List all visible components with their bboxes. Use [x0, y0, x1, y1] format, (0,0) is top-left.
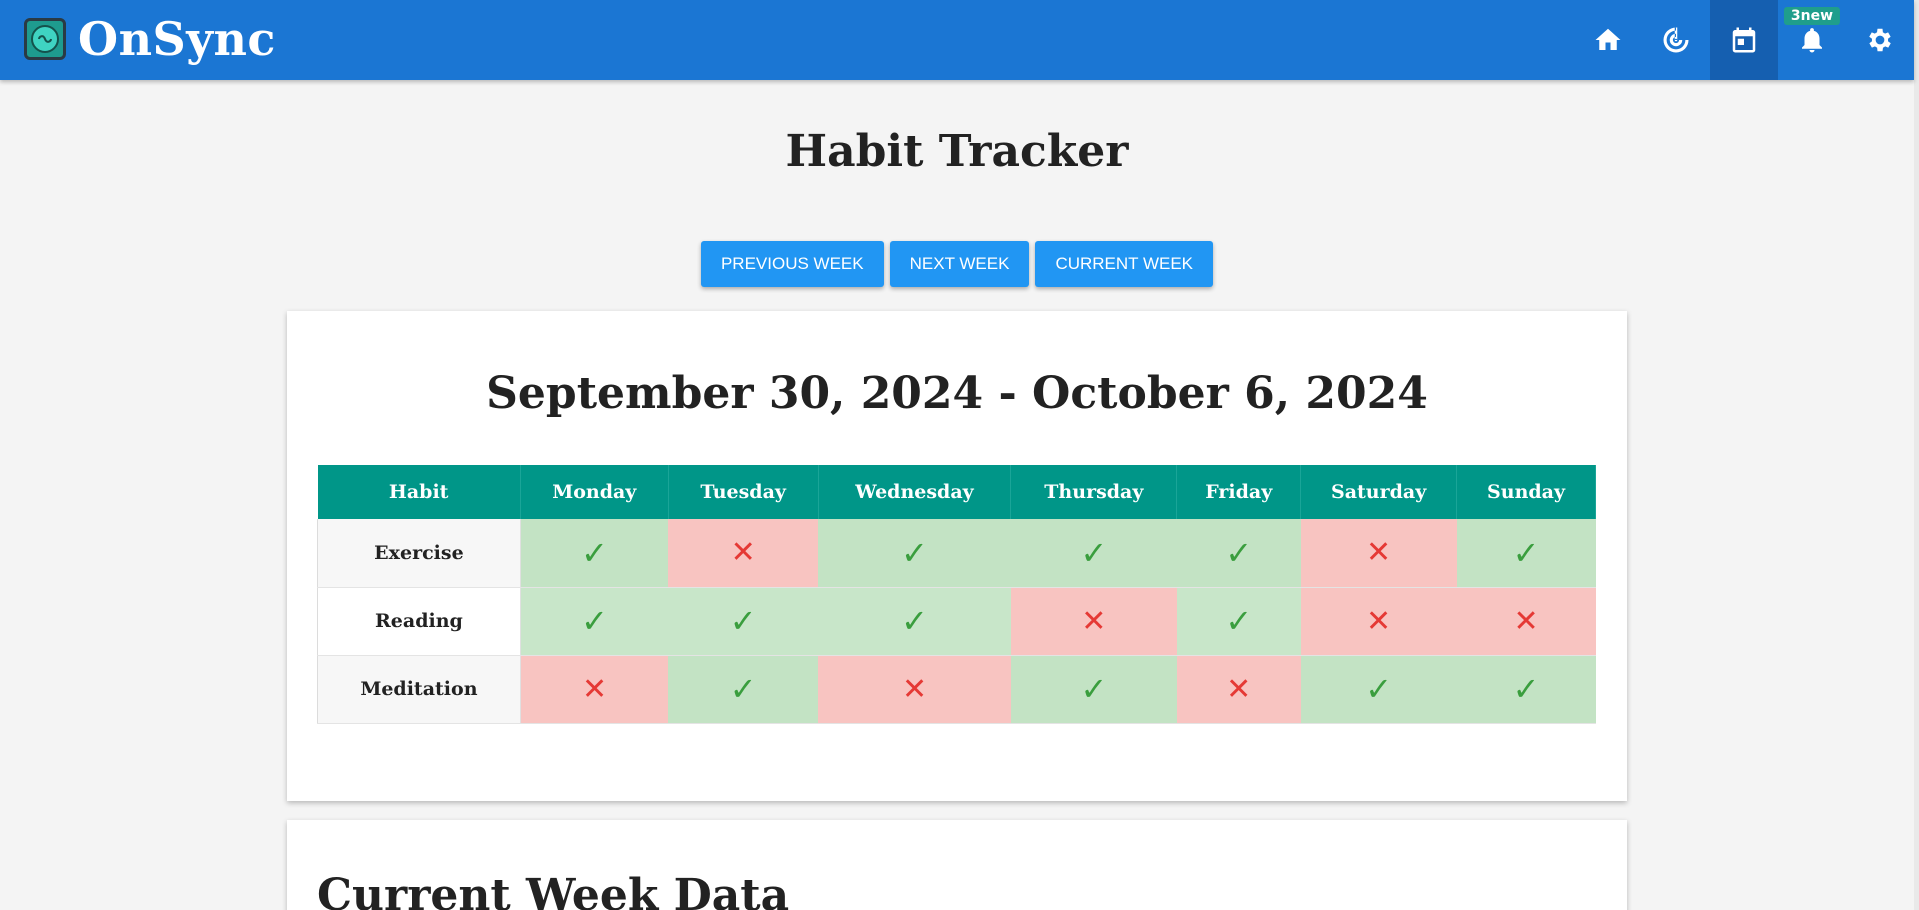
habit-table-body: Exercise ✓ ✕ ✓ ✓ ✓ ✕ ✓ Reading ✓ ✓ ✓ ✕ ✓ ✕ ✕ Meditation ✕…	[317, 519, 1596, 724]
habit-cell-saturday[interactable]: ✕	[1300, 519, 1457, 588]
current-week-button[interactable]: CURRENT WEEK	[1035, 241, 1214, 287]
next-week-button[interactable]: NEXT WEEK	[889, 241, 1030, 287]
habit-cell-sunday[interactable]: ✕	[1456, 587, 1596, 656]
habit-table-header: Habit Monday Tuesday Wednesday Thursday …	[317, 465, 1596, 519]
checkmark-icon: ✓	[901, 533, 928, 572]
checkmark-icon: ✓	[1512, 533, 1540, 572]
habit-cell-thursday[interactable]: ✓	[1010, 655, 1177, 724]
cross-icon: ✕	[581, 671, 608, 707]
notification-badge: 3new	[1783, 7, 1841, 25]
column-header-monday: Monday	[520, 465, 669, 519]
nav-radar[interactable]	[1642, 0, 1710, 80]
top-nav: 3new	[1574, 0, 1914, 80]
checkmark-icon: ✓	[1512, 670, 1540, 708]
column-header-friday: Friday	[1176, 465, 1302, 519]
habit-name-cell: Exercise	[317, 519, 521, 588]
column-header-tuesday: Tuesday	[668, 465, 819, 519]
cross-icon: ✕	[1366, 535, 1392, 571]
habit-cell-wednesday[interactable]: ✕	[818, 655, 1011, 724]
column-header-saturday: Saturday	[1300, 465, 1458, 519]
nav-home[interactable]	[1574, 0, 1642, 80]
nav-calendar[interactable]	[1710, 0, 1778, 80]
habit-cell-monday[interactable]: ✓	[520, 587, 669, 656]
habit-cell-sunday[interactable]: ✓	[1456, 655, 1596, 724]
nav-settings[interactable]	[1846, 0, 1914, 80]
habit-tracker-card: September 30, 2024 - October 6, 2024 Hab…	[287, 311, 1627, 801]
habit-cell-saturday[interactable]: ✓	[1300, 655, 1457, 724]
app-logo-icon	[24, 18, 66, 60]
top-app-bar: OnSync 3new	[0, 0, 1914, 80]
habit-row-exercise: Exercise ✓ ✕ ✓ ✓ ✓ ✕ ✓	[317, 519, 1596, 588]
current-week-card: Current Week Data	[287, 820, 1627, 910]
cross-icon: ✕	[1513, 603, 1539, 639]
page-scrollbar[interactable]	[1914, 0, 1919, 910]
cross-icon: ✕	[730, 535, 756, 571]
brand[interactable]: OnSync	[24, 14, 276, 64]
column-header-thursday: Thursday	[1010, 465, 1178, 519]
previous-week-button[interactable]: PREVIOUS WEEK	[700, 241, 884, 287]
home-icon	[1595, 28, 1621, 50]
checkmark-icon: ✓	[1080, 533, 1108, 572]
column-header-habit: Habit	[317, 465, 521, 519]
habit-cell-friday[interactable]: ✕	[1176, 655, 1301, 724]
current-week-title: Current Week Data	[317, 870, 790, 910]
bell-icon	[1802, 28, 1822, 53]
week-range-title: September 30, 2024 - October 6, 2024	[486, 368, 1428, 419]
habit-cell-thursday[interactable]: ✓	[1010, 519, 1177, 588]
habit-cell-friday[interactable]: ✓	[1176, 587, 1301, 656]
radar-icon	[1663, 27, 1689, 53]
habit-cell-tuesday[interactable]: ✕	[668, 519, 819, 588]
cross-icon: ✕	[1081, 603, 1107, 639]
app-name: OnSync	[78, 12, 276, 66]
habit-row-meditation: Meditation ✕ ✓ ✕ ✓ ✕ ✓ ✓	[317, 655, 1596, 724]
checkmark-icon: ✓	[581, 533, 608, 572]
column-header-sunday: Sunday	[1456, 465, 1596, 519]
cross-icon: ✕	[901, 671, 928, 707]
habit-cell-monday[interactable]: ✓	[520, 519, 669, 588]
column-header-wednesday: Wednesday	[818, 465, 1012, 519]
habit-cell-sunday[interactable]: ✓	[1456, 519, 1596, 588]
cross-icon: ✕	[1226, 671, 1252, 707]
habit-name-cell: Meditation	[317, 655, 521, 724]
checkmark-icon: ✓	[1225, 533, 1253, 572]
checkmark-icon: ✓	[729, 602, 757, 640]
checkmark-icon: ✓	[1225, 602, 1253, 640]
habit-name-cell: Reading	[317, 587, 521, 656]
habit-cell-wednesday[interactable]: ✓	[818, 587, 1011, 656]
habit-row-reading: Reading ✓ ✓ ✓ ✕ ✓ ✕ ✕	[317, 587, 1596, 656]
habit-cell-thursday[interactable]: ✕	[1010, 587, 1177, 656]
checkmark-icon: ✓	[581, 602, 608, 640]
checkmark-icon: ✓	[1365, 670, 1393, 708]
week-navigation: PREVIOUS WEEK NEXT WEEK CURRENT WEEK	[0, 241, 1914, 287]
checkmark-icon: ✓	[901, 602, 928, 640]
habit-cell-monday[interactable]: ✕	[520, 655, 669, 724]
habit-table: Habit Monday Tuesday Wednesday Thursday …	[317, 465, 1596, 724]
calendar-icon	[1732, 27, 1756, 53]
cross-icon: ✕	[1366, 603, 1392, 639]
nav-notifications[interactable]: 3new	[1778, 0, 1846, 80]
habit-cell-tuesday[interactable]: ✓	[668, 655, 819, 724]
habit-cell-friday[interactable]: ✓	[1176, 519, 1301, 588]
gear-icon	[1869, 28, 1891, 52]
habit-cell-wednesday[interactable]: ✓	[818, 519, 1011, 588]
checkmark-icon: ✓	[1080, 670, 1108, 708]
habit-cell-saturday[interactable]: ✕	[1300, 587, 1457, 656]
checkmark-icon: ✓	[729, 670, 757, 708]
page-title: Habit Tracker	[785, 126, 1129, 177]
habit-cell-tuesday[interactable]: ✓	[668, 587, 819, 656]
